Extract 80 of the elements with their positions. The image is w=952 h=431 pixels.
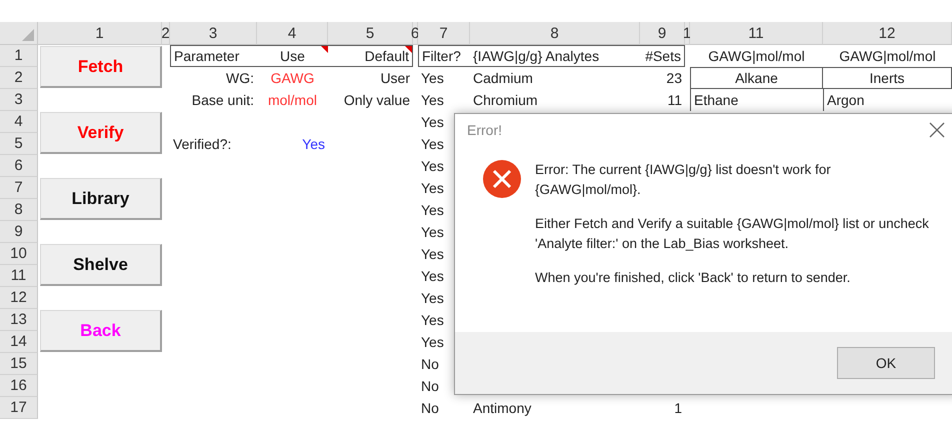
default-value: Only value — [342, 91, 411, 110]
analyte-cell-text: Antimony — [472, 399, 532, 418]
close-icon — [929, 122, 945, 138]
filter-cell-text: Yes — [420, 69, 445, 88]
filter-cell-text: Yes — [420, 179, 445, 198]
filter-cell-text: Yes — [420, 91, 445, 110]
error-message: Error: The current {IAWG|g/g} list doesn't work for {GAWG|mol/mol}. — [535, 161, 832, 199]
column-header[interactable]: 3 — [170, 22, 257, 45]
compound-cell: Argon — [823, 89, 952, 111]
column-header[interactable]: 2 — [162, 22, 170, 45]
parameter-value: mol/mol — [266, 91, 318, 110]
header-cell: Use — [257, 46, 328, 66]
sets-cell-text: 1 — [673, 399, 683, 418]
row-header[interactable]: 9 — [0, 221, 38, 243]
filter-cell-text: Yes — [420, 311, 445, 330]
compound-cell: Ethane — [690, 89, 823, 111]
ok-button[interactable]: OK — [837, 347, 935, 379]
header-cell-text: Parameter — [173, 47, 240, 66]
filter-cell-text: Yes — [420, 289, 445, 308]
filter-cell-text: Yes — [420, 157, 445, 176]
parameter-label: Verified?: — [172, 135, 232, 154]
header-cell-text: Filter? — [421, 47, 462, 66]
corner-triangle-icon — [22, 29, 34, 41]
row-header[interactable]: 5 — [0, 133, 38, 155]
column-header[interactable]: 12 — [823, 22, 952, 45]
header-cell: Default — [328, 46, 412, 66]
default-value: User — [379, 69, 411, 88]
parameter-label: Base unit: — [190, 91, 255, 110]
header-cell-text: {IAWG|g/g} Analytes — [472, 47, 600, 66]
filter-cell-text: Yes — [420, 113, 445, 132]
column-header[interactable]: 11 — [690, 22, 823, 45]
group-header: Inerts — [823, 67, 952, 89]
filter-cell-text: Yes — [420, 333, 445, 352]
close-button[interactable] — [929, 122, 945, 138]
analyte-cell-text: Chromium — [472, 91, 539, 110]
row-header[interactable]: 17 — [0, 397, 38, 419]
row-header[interactable]: 12 — [0, 287, 38, 309]
filter-cell-text: No — [420, 377, 440, 396]
parameter-value: Yes — [301, 135, 326, 154]
row-header[interactable]: 14 — [0, 331, 38, 353]
unit-header: GAWG|mol/mol — [707, 47, 806, 66]
row-header[interactable]: 4 — [0, 111, 38, 133]
filter-cell-text: No — [420, 399, 440, 418]
row-header[interactable]: 3 — [0, 89, 38, 111]
dialog-title: Error! — [467, 122, 502, 138]
row-header[interactable]: 7 — [0, 177, 38, 199]
row-header[interactable]: 6 — [0, 155, 38, 177]
group-header: Alkane — [690, 67, 823, 89]
sheet-button[interactable]: Shelve — [40, 244, 162, 286]
row-header[interactable]: 15 — [0, 353, 38, 375]
sets-cell-text: 11 — [666, 91, 683, 110]
parameter-value: GAWG — [270, 69, 316, 88]
column-header[interactable]: 7 — [418, 22, 470, 45]
sets-cell-text: 23 — [665, 69, 683, 88]
filter-cell-text: Yes — [420, 267, 445, 286]
column-header[interactable]: 1 — [38, 22, 162, 45]
row-header[interactable]: 2 — [0, 67, 38, 89]
row-header[interactable]: 16 — [0, 375, 38, 397]
row-header[interactable]: 13 — [0, 309, 38, 331]
error-message: When you're finished, click 'Back' to return to sender. — [535, 269, 852, 287]
sheet-button[interactable]: Library — [40, 178, 162, 220]
parameter-label: WG: — [225, 69, 255, 88]
filter-cell-text: Yes — [420, 223, 445, 242]
error-icon — [483, 160, 521, 198]
column-header[interactable]: 4 — [257, 22, 328, 45]
row-header[interactable]: 11 — [0, 265, 38, 287]
filter-cell-text: No — [420, 355, 440, 374]
column-header[interactable]: 8 — [470, 22, 640, 45]
unit-header: GAWG|mol/mol — [838, 47, 937, 66]
row-header[interactable]: 10 — [0, 243, 38, 265]
row-header[interactable]: 1 — [0, 45, 38, 67]
analyte-cell-text: Cadmium — [472, 69, 534, 88]
filter-cell-text: Yes — [420, 201, 445, 220]
column-header[interactable]: 9 — [640, 22, 685, 45]
filter-cell-text: Yes — [420, 135, 445, 154]
filter-cell-text: Yes — [420, 245, 445, 264]
row-header[interactable]: 8 — [0, 199, 38, 221]
column-header[interactable]: 5 — [328, 22, 413, 45]
header-cell-text: #Sets — [644, 47, 682, 66]
error-message: Either Fetch and Verify a suitable {GAWG|mol/mol} list or uncheck 'Analyte filter:' on the Lab_Bias worksheet. — [535, 215, 930, 253]
